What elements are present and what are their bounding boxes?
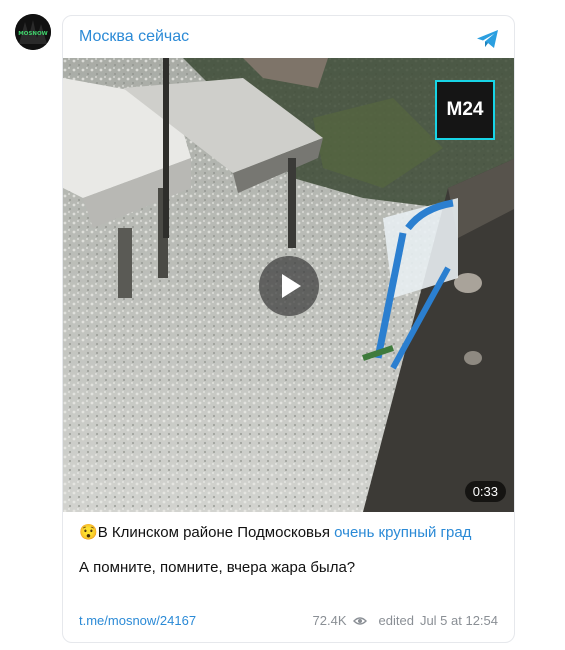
avatar-logo: MOSNOW [15, 14, 51, 50]
post-header: Москва сейчас [63, 16, 514, 60]
post-text: 😯В Клинском районе Подмосковья очень кру… [79, 522, 499, 578]
post-link[interactable]: t.me/mosnow/24167 [79, 613, 196, 628]
emoji: 😯 [79, 524, 98, 541]
m24-logo: M24 [435, 80, 495, 140]
post-text-link[interactable]: очень крупный град [334, 524, 471, 541]
video-thumbnail[interactable]: M24 0:33 [63, 58, 514, 512]
post-footer: t.me/mosnow/24167 72.4K edited Jul 5 at … [79, 613, 498, 631]
views-count: 72.4K [312, 613, 347, 628]
telegram-icon[interactable] [475, 26, 501, 52]
eye-icon [352, 616, 367, 625]
play-button[interactable] [259, 256, 319, 316]
edited-label: edited [378, 613, 414, 628]
post-text-plain: В Клинском районе Подмосковья [97, 524, 335, 541]
video-duration: 0:33 [464, 481, 506, 502]
post-meta: 72.4K edited Jul 5 at 12:54 [313, 613, 498, 628]
post-paragraph-2: А помните, помните, вчера жара была? [79, 559, 356, 576]
post-date[interactable]: Jul 5 at 12:54 [420, 613, 498, 628]
play-icon [282, 274, 301, 298]
channel-name[interactable]: Москва сейчас [79, 28, 189, 46]
post-paragraph-1: 😯В Клинском районе Подмосковья очень кру… [79, 522, 499, 543]
post-card: Москва сейчас M24 0:33 😯В Клинском район… [62, 15, 515, 643]
channel-avatar[interactable]: MOSNOW [15, 14, 51, 50]
avatar-text: MOSNOW [18, 31, 47, 37]
